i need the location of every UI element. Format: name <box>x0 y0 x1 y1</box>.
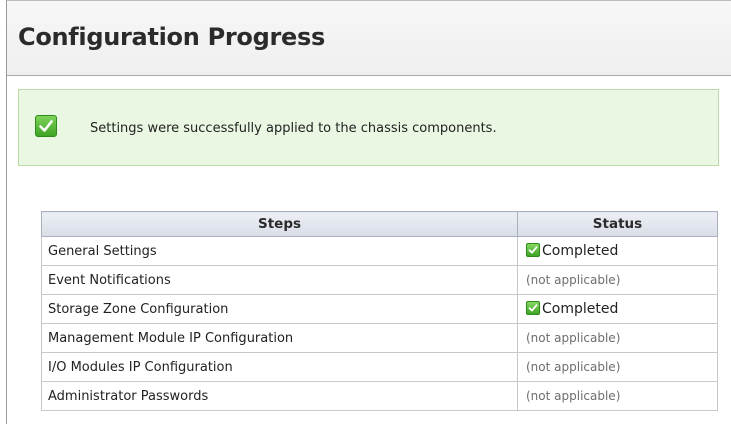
completed-check-icon <box>526 301 540 315</box>
step-name: I/O Modules IP Configuration <box>41 352 518 382</box>
success-message-text: Settings were successfully applied to th… <box>90 121 497 136</box>
step-name: Storage Zone Configuration <box>41 294 518 324</box>
status-text: (not applicable) <box>526 388 621 403</box>
page-title: Configuration Progress <box>18 23 325 51</box>
step-name: Event Notifications <box>41 265 518 295</box>
status-text: (not applicable) <box>526 359 621 374</box>
success-message-box: Settings were successfully applied to th… <box>18 89 719 166</box>
status-text: Completed <box>542 243 619 259</box>
column-header-status: Status <box>517 211 718 237</box>
step-status: (not applicable) <box>517 352 718 382</box>
step-name: General Settings <box>41 236 518 266</box>
step-name: Management Module IP Configuration <box>41 323 518 353</box>
app-frame: Configuration Progress Settings were suc… <box>6 0 731 424</box>
step-status: Completed <box>517 294 718 324</box>
step-status: (not applicable) <box>517 265 718 295</box>
step-status: (not applicable) <box>517 323 718 353</box>
step-status: (not applicable) <box>517 381 718 411</box>
table-row: General Settings Completed <box>41 236 718 266</box>
completed-check-icon <box>526 243 540 257</box>
table-row: I/O Modules IP Configuration (not applic… <box>41 352 718 382</box>
table-row: Management Module IP Configuration (not … <box>41 323 718 353</box>
column-header-steps: Steps <box>41 211 518 237</box>
status-text: Completed <box>542 301 619 317</box>
success-check-icon <box>35 115 57 137</box>
table-header-row: Steps Status <box>41 211 718 237</box>
table-row: Storage Zone Configuration Completed <box>41 294 718 324</box>
page-header: Configuration Progress <box>7 1 731 76</box>
configuration-steps-table: Steps Status General Settings Completed … <box>41 211 718 411</box>
table-row: Event Notifications (not applicable) <box>41 265 718 295</box>
step-status: Completed <box>517 236 718 266</box>
step-name: Administrator Passwords <box>41 381 518 411</box>
table-row: Administrator Passwords (not applicable) <box>41 381 718 411</box>
status-text: (not applicable) <box>526 330 621 345</box>
status-text: (not applicable) <box>526 272 621 287</box>
